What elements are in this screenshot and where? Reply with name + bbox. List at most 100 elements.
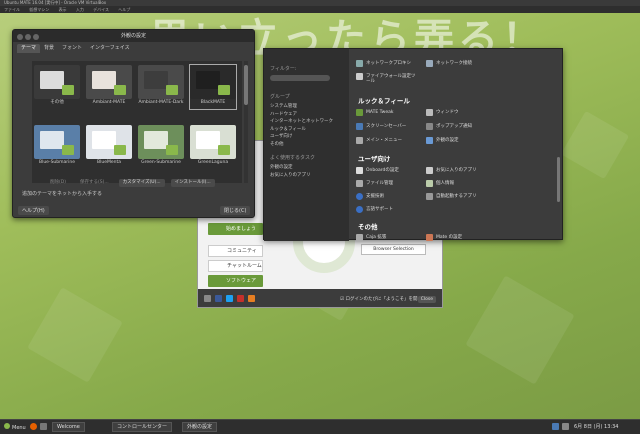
theme-name: Blue-Submarine — [38, 160, 75, 165]
network-connections-item[interactable]: ネットワーク接続 — [426, 60, 472, 67]
terminal-icon[interactable] — [40, 423, 47, 430]
youtube-icon[interactable] — [237, 295, 244, 302]
theme-window-preview — [92, 131, 116, 149]
theme-tile[interactable]: Ambiant-MATE-Dark — [138, 65, 184, 109]
window-maximize-icon[interactable] — [33, 34, 39, 40]
network-icon[interactable] — [552, 423, 559, 430]
delete-theme-button[interactable]: 削除(D) — [46, 179, 70, 187]
firewall-item[interactable]: ファイアウォール設定ツール — [356, 73, 416, 84]
windows-item[interactable]: ウィンドウ — [426, 109, 459, 116]
browser-selection-button[interactable]: Browser Selection — [361, 244, 426, 255]
facebook-icon[interactable] — [215, 295, 222, 302]
startup-apps-item[interactable]: 自動起動するアプリ — [426, 193, 477, 200]
theme-tile[interactable]: GreenLaguna — [190, 125, 236, 169]
tab-theme[interactable]: テーマ — [17, 44, 41, 53]
vm-menu-file[interactable]: ファイル — [4, 7, 20, 12]
task-welcome[interactable]: Welcome — [52, 422, 85, 432]
task-item[interactable]: 外観の設定 — [270, 164, 343, 172]
appearance-title: 外観の設定 — [120, 33, 146, 39]
theme-window-preview — [196, 71, 220, 89]
help-button[interactable]: ヘルプ(H) — [18, 206, 49, 215]
software-button[interactable]: ソフトウェア — [208, 275, 263, 287]
tab-fonts[interactable]: フォント — [58, 44, 86, 53]
theme-scrollbar[interactable] — [244, 61, 248, 183]
favorite-apps-item[interactable]: お気に入りのアプリ — [426, 167, 477, 174]
language-support-item[interactable]: 言語サポート — [356, 206, 393, 213]
vm-menu-help[interactable]: ヘルプ — [118, 7, 130, 12]
mate-tweak-item[interactable]: MATE Tweak — [356, 109, 393, 116]
community-button[interactable]: コミュニティ — [208, 245, 263, 257]
clock[interactable]: 6月 8日 (月) 13:34 — [574, 423, 618, 431]
rss-icon[interactable] — [248, 295, 255, 302]
task-control-center[interactable]: コントロールセンター — [112, 422, 173, 432]
group-item[interactable]: インターネットとネットワーク — [270, 118, 343, 126]
menu-icon — [356, 137, 363, 144]
filter-input[interactable] — [270, 75, 330, 81]
section-look-and-feel: ルック＆フィール — [358, 97, 410, 105]
group-item[interactable]: その他 — [270, 141, 343, 149]
window-minimize-icon[interactable] — [25, 34, 31, 40]
globe-icon — [356, 206, 363, 213]
group-item[interactable]: システム管理 — [270, 103, 343, 111]
chat-room-button[interactable]: チャットルーム — [208, 260, 263, 272]
mate-menu-icon — [4, 423, 10, 429]
vm-menu-input[interactable]: 入力 — [76, 7, 84, 12]
get-more-themes-link[interactable]: 追加のテーマをネットから入手する — [22, 190, 102, 197]
network-icon — [426, 60, 433, 67]
theme-preview — [34, 125, 80, 159]
file-management-item[interactable]: ファイル管理 — [356, 180, 393, 187]
popup-notifications-item[interactable]: ポップアップ通知 — [426, 123, 472, 130]
vm-menu-view[interactable]: 表示 — [59, 7, 67, 12]
theme-tile-selected[interactable]: BlackMATE — [189, 64, 237, 110]
scrollbar-thumb[interactable] — [244, 65, 248, 105]
vm-menu-devices[interactable]: デバイス — [93, 7, 109, 12]
group-item[interactable]: ルック＆フィール — [270, 126, 343, 134]
section-other: その他 — [358, 223, 378, 231]
menu-button[interactable]: Menu — [4, 423, 26, 432]
mate-settings-item[interactable]: Mate の設定 — [426, 234, 462, 241]
notification-icon — [426, 123, 433, 130]
tab-background[interactable]: 背景 — [40, 44, 58, 53]
personal-info-item[interactable]: 個人情報 — [426, 180, 454, 187]
volume-icon[interactable] — [562, 423, 569, 430]
task-appearance[interactable]: 外観の設定 — [182, 422, 218, 432]
network-proxy-item[interactable]: ネットワークプロキシ — [356, 60, 411, 67]
welcome-footer: ☑ ログインのたびに「ようこそ」を開く Close — [198, 289, 442, 307]
twitter-icon[interactable] — [226, 295, 233, 302]
startup-icon — [426, 193, 433, 200]
theme-tile[interactable]: Green-Submarine — [138, 125, 184, 169]
vm-menu-machine[interactable]: 仮想マシン — [29, 7, 49, 12]
theme-tile[interactable]: Ambiant-MATE — [86, 65, 132, 109]
install-theme-button[interactable]: インストール(I)... — [170, 179, 215, 187]
theme-tile[interactable]: BlueMenta — [86, 125, 132, 169]
firefox-icon[interactable] — [30, 423, 37, 430]
welcome-close-button[interactable]: Close — [417, 296, 436, 303]
assistive-tech-item[interactable]: 支援技術 — [356, 193, 384, 200]
g-plus-icon[interactable] — [204, 295, 211, 302]
wallpaper-hex — [465, 275, 575, 385]
appearance-item[interactable]: 外観の設定 — [426, 137, 459, 144]
accessibility-icon — [356, 193, 363, 200]
group-item[interactable]: ハードウェア — [270, 111, 343, 119]
show-on-login-checkbox[interactable]: ☑ ログインのたびに「ようこそ」を開く — [340, 296, 422, 302]
mate-tweak-icon — [356, 109, 363, 116]
screensaver-item[interactable]: スクリーンセーバー — [356, 123, 406, 130]
customize-theme-button[interactable]: カスタマイズ(U)... — [118, 179, 165, 187]
theme-tile[interactable]: その他 — [34, 65, 80, 109]
get-started-button[interactable]: 始めましょう — [208, 223, 263, 235]
onboard-item[interactable]: Onboardの設定 — [356, 167, 399, 174]
window-close-icon[interactable] — [17, 34, 23, 40]
task-item[interactable]: お気に入りのアプリ — [270, 172, 343, 180]
tab-interface[interactable]: インターフェイス — [86, 44, 134, 53]
theme-tile[interactable]: Blue-Submarine — [34, 125, 80, 169]
theme-actions: 削除(D) 保存する(S)... カスタマイズ(U)... インストール(I).… — [46, 179, 215, 187]
control-center-scrollbar[interactable] — [557, 157, 560, 202]
folder-icon — [114, 145, 126, 155]
caja-extensions-item[interactable]: Caja 拡張 — [356, 234, 386, 241]
appearance-close-button[interactable]: 閉じる(C) — [220, 206, 251, 215]
folder-icon — [166, 145, 178, 155]
save-theme-button[interactable]: 保存する(S)... — [76, 179, 113, 187]
tasks-heading: よく使用するタスク — [270, 155, 316, 161]
main-menu-item[interactable]: メイン・メニュー — [356, 137, 402, 144]
group-item[interactable]: ユーザ向け — [270, 133, 343, 141]
